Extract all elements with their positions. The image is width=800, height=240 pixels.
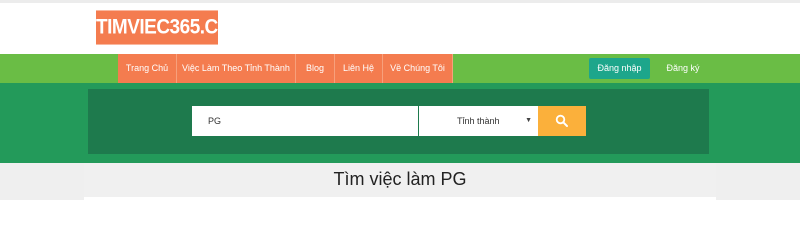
search-input[interactable]: [192, 106, 418, 136]
nav-item-jobs-by-province[interactable]: Việc Làm Theo Tỉnh Thành: [177, 54, 296, 83]
register-button[interactable]: Đăng ký: [658, 58, 708, 79]
card-edge: [84, 197, 716, 200]
province-select-label: Tỉnh thành: [457, 116, 500, 126]
search-icon: [555, 114, 568, 127]
search-button[interactable]: [538, 106, 586, 136]
nav-item-contact[interactable]: Liên Hệ: [335, 54, 383, 83]
province-select[interactable]: Tỉnh thành ▼: [419, 106, 538, 136]
nav-item-about[interactable]: Về Chúng Tôi: [383, 54, 453, 83]
chevron-down-icon: ▼: [525, 117, 532, 124]
site-logo[interactable]: TIMVIEC365.COM: [96, 10, 248, 45]
nav-item-home[interactable]: Trang Chủ: [118, 54, 177, 83]
nav-item-blog[interactable]: Blog: [296, 54, 335, 83]
page-title: Tìm việc làm PG: [333, 169, 467, 189]
login-button[interactable]: Đăng nhập: [589, 58, 650, 79]
